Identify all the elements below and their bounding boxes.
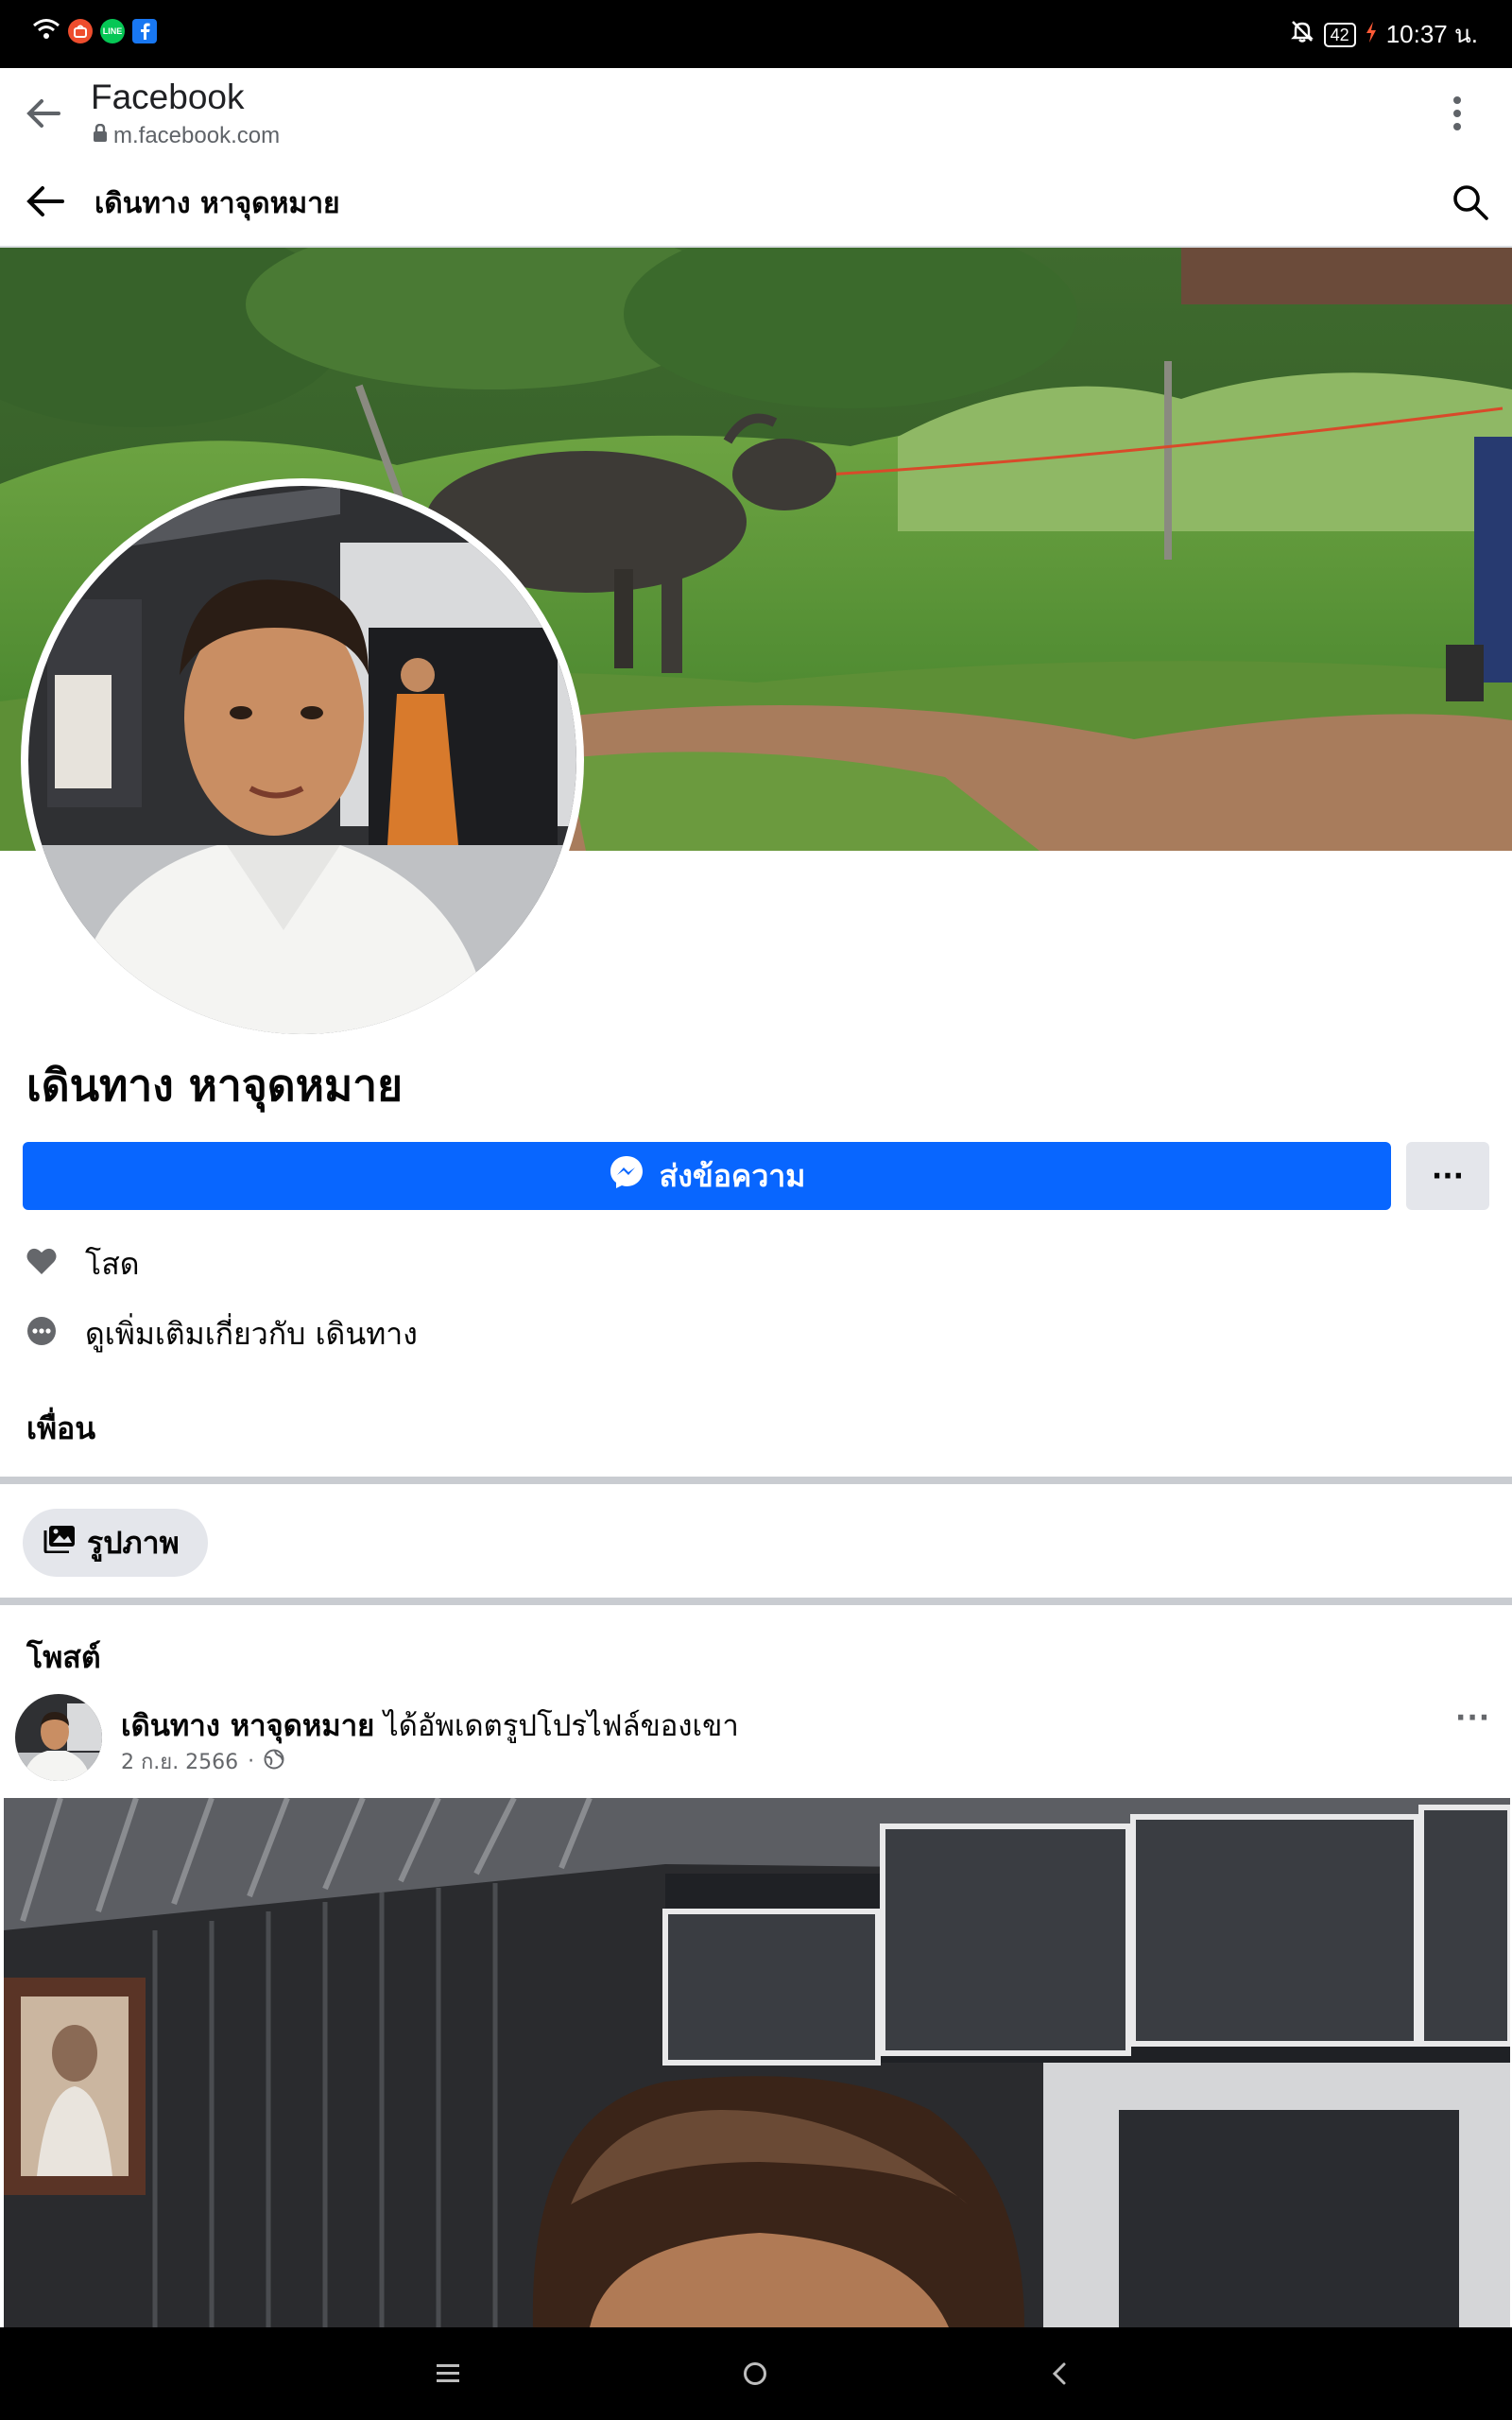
messenger-icon [609, 1154, 644, 1198]
browser-toolbar: Facebook m.facebook.com [0, 68, 1512, 161]
photos-icon [43, 1525, 76, 1561]
see-more-about-label: ดูเพิ่มเติมเกี่ยวกับ เดินทาง [85, 1316, 418, 1352]
browser-menu-icon[interactable] [1452, 95, 1463, 136]
lock-icon [93, 123, 108, 149]
back-arrow-icon[interactable] [25, 183, 66, 223]
post-action-text: ได้อัพเดตรูปโปรไฟล์ของเขา [374, 1709, 739, 1743]
battery-indicator: 42 [1323, 22, 1356, 47]
fb-header: เดินทาง หาจุดหมาย [0, 159, 1512, 248]
post-more-options[interactable]: ··· [1455, 1702, 1490, 1735]
close-tab-back-icon[interactable] [25, 96, 62, 134]
see-more-about-row[interactable]: ดูเพิ่มเติมเกี่ยวกับ เดินทาง [26, 1310, 418, 1358]
wifi-icon [32, 17, 60, 45]
post-headline: เดินทาง หาจุดหมาย ได้อัพเดตรูปโปรไฟล์ของ… [121, 1702, 739, 1749]
clock: 10:37 น. [1385, 20, 1478, 48]
facebook-notification-icon [132, 19, 157, 43]
menu-icon[interactable] [437, 2363, 459, 2388]
post-photo[interactable] [4, 1798, 1510, 2327]
photos-chip-label: รูปภาพ [87, 1524, 180, 1561]
browser-page-title: Facebook [91, 78, 245, 116]
globe-icon [264, 1749, 284, 1775]
relationship-row: โสด [26, 1240, 140, 1288]
post-author-name[interactable]: เดินทาง หาจุดหมาย [121, 1709, 374, 1743]
posts-heading: โพสต์ [26, 1639, 101, 1675]
relationship-status: โสด [85, 1246, 140, 1282]
profile-picture[interactable] [21, 478, 584, 1042]
send-message-button[interactable]: ส่งข้อความ [23, 1142, 1391, 1210]
post-meta: 2 ก.ย. 2566 · [121, 1745, 284, 1778]
search-icon[interactable] [1452, 183, 1489, 225]
friends-heading: เพื่อน [26, 1410, 96, 1446]
browser-url[interactable]: m.facebook.com [93, 123, 280, 149]
post-author-avatar[interactable] [15, 1694, 102, 1781]
mute-icon [1290, 19, 1314, 50]
profile-name: เดินทาง หาจุดหมาย [26, 1060, 404, 1111]
meta-separator: · [248, 1750, 255, 1773]
status-bar: LINE 42 10:37 น. [0, 0, 1512, 68]
photos-chip[interactable]: รูปภาพ [23, 1509, 208, 1577]
post-date[interactable]: 2 ก.ย. 2566 [121, 1745, 238, 1778]
profile-more-button[interactable]: ··· [1406, 1142, 1489, 1210]
system-nav-bar [0, 2327, 1512, 2420]
send-message-label: ส่งข้อความ [659, 1157, 806, 1194]
heart-icon [26, 1247, 57, 1283]
shopee-notification-icon [68, 19, 93, 43]
back-icon[interactable] [1051, 2361, 1068, 2390]
header-title: เดินทาง หาจุดหมาย [94, 187, 340, 220]
home-icon[interactable] [743, 2361, 767, 2390]
more-dots-circle-icon [26, 1316, 57, 1354]
charging-icon [1366, 20, 1377, 49]
section-divider [0, 1598, 1512, 1605]
browser-url-text: m.facebook.com [113, 123, 281, 148]
line-notification-icon: LINE [100, 19, 125, 43]
section-divider [0, 1477, 1512, 1484]
